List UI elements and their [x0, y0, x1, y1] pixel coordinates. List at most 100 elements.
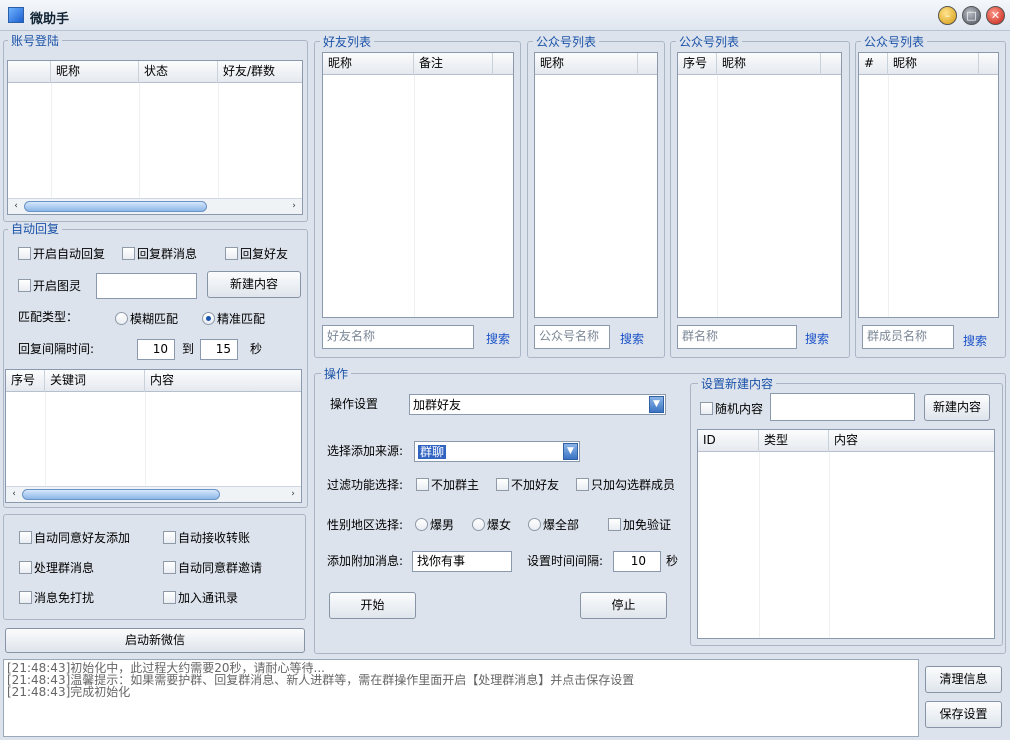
handle-group-msg-label: 处理群消息 [34, 561, 95, 575]
col-nickname[interactable]: 昵称 [535, 53, 638, 75]
col-content[interactable]: 内容 [145, 370, 301, 392]
account-table-scrollbar[interactable]: ‹ › [8, 198, 302, 214]
auto-accept-group-invite-checkbox[interactable] [163, 561, 176, 574]
scroll-thumb[interactable] [22, 489, 220, 500]
reply-group-msg-label: 回复群消息 [137, 247, 198, 261]
dropdown-arrow-icon[interactable]: ▼ [649, 396, 664, 413]
account-table[interactable]: 昵称 状态 好友/群数 ‹ › [7, 60, 303, 215]
group-name-search-input[interactable]: 群名称 [677, 325, 797, 349]
minimize-button[interactable]: – [938, 6, 957, 25]
match-fuzzy-radio[interactable] [115, 312, 128, 325]
col-nickname[interactable]: 昵称 [888, 53, 979, 75]
no-group-owner-checkbox[interactable] [416, 478, 429, 491]
reply-friend-checkbox[interactable] [225, 247, 238, 260]
reply-group-msg-checkbox[interactable] [122, 247, 135, 260]
official-name-search-input[interactable]: 公众号名称 [534, 325, 610, 349]
col-keyword[interactable]: 关键词 [45, 370, 145, 392]
random-content-checkbox[interactable] [700, 402, 713, 415]
keyword-table-scrollbar[interactable]: ‹ › [6, 486, 301, 502]
op-interval-input[interactable]: 10 [613, 551, 661, 572]
col-friends-groups[interactable]: 好友/群数 [218, 61, 302, 83]
match-exact-label: 精准匹配 [217, 312, 266, 326]
scroll-left-arrow[interactable]: ‹ [6, 487, 22, 502]
group-member-search-input[interactable]: 群成员名称 [862, 325, 954, 349]
match-exact-radio[interactable] [202, 312, 215, 325]
female-radio[interactable] [472, 518, 485, 531]
mute-messages-checkbox[interactable] [19, 591, 32, 604]
col-index[interactable]: 序号 [678, 53, 717, 75]
friend-table[interactable]: 昵称 备注 [322, 52, 514, 318]
enable-tuling-checkbox[interactable] [18, 279, 31, 292]
auto-accept-friend-checkbox[interactable] [19, 531, 32, 544]
start-button[interactable]: 开始 [329, 592, 416, 619]
source-dropdown[interactable]: 群聊 ▼ [414, 441, 580, 462]
official-table-1[interactable]: 昵称 [534, 52, 658, 318]
scroll-thumb[interactable] [24, 201, 207, 212]
col-index[interactable]: 序号 [6, 370, 45, 392]
friend-search-link[interactable]: 搜索 [486, 330, 510, 347]
all-radio[interactable] [528, 518, 541, 531]
source-value: 群聊 [418, 445, 447, 459]
new-content-title: 设置新建内容 [698, 377, 777, 391]
close-button[interactable]: ✕ [986, 6, 1005, 25]
no-group-owner-label: 不加群主 [431, 478, 480, 492]
friend-list-title: 好友列表 [320, 35, 375, 49]
handle-group-msg-checkbox[interactable] [19, 561, 32, 574]
auto-receive-transfer-checkbox[interactable] [163, 531, 176, 544]
keyword-table-header: 序号 关键词 内容 [6, 370, 301, 392]
log-panel[interactable]: [21:48:43]初始化中，此过程大约需要20秒，请耐心等待... [21:4… [3, 659, 919, 737]
col-extra[interactable] [493, 53, 513, 75]
scroll-right-arrow[interactable]: › [286, 199, 302, 214]
official-table-3[interactable]: # 昵称 [858, 52, 999, 318]
stop-button[interactable]: 停止 [580, 592, 667, 619]
col-nickname[interactable]: 昵称 [51, 61, 139, 83]
no-friends-checkbox[interactable] [496, 478, 509, 491]
new-content-button[interactable]: 新建内容 [924, 394, 990, 421]
col-nickname[interactable]: 昵称 [323, 53, 414, 75]
random-content-label: 随机内容 [715, 402, 764, 416]
save-settings-button[interactable]: 保存设置 [925, 701, 1002, 728]
restore-button[interactable]: □ [962, 6, 981, 25]
col-nickname[interactable]: 昵称 [717, 53, 821, 75]
group-search-link[interactable]: 搜索 [805, 330, 829, 347]
op-settings-dropdown[interactable]: 加群好友 ▼ [409, 394, 666, 415]
tuling-input[interactable] [96, 273, 197, 299]
dropdown-arrow-icon[interactable]: ▼ [563, 443, 578, 460]
col-extra[interactable] [821, 53, 841, 75]
start-new-wechat-button[interactable]: 启动新微信 [5, 628, 305, 653]
extra-msg-input[interactable]: 找你有事 [412, 551, 512, 572]
auto-reply-new-content-button[interactable]: 新建内容 [207, 271, 301, 298]
col-status[interactable]: 状态 [139, 61, 218, 83]
only-checked-members-checkbox[interactable] [576, 478, 589, 491]
only-checked-members-label: 只加勾选群成员 [591, 478, 676, 492]
official-table-2[interactable]: 序号 昵称 [677, 52, 842, 318]
col-id[interactable]: ID [698, 430, 759, 452]
official-table-1-header: 昵称 [535, 53, 657, 75]
keyword-table[interactable]: 序号 关键词 内容 ‹ › [5, 369, 302, 503]
scroll-left-arrow[interactable]: ‹ [8, 199, 24, 214]
clear-info-button[interactable]: 清理信息 [925, 666, 1002, 693]
group-member-search-link[interactable]: 搜索 [963, 332, 987, 349]
col-remark[interactable]: 备注 [414, 53, 493, 75]
interval-from-input[interactable]: 10 [137, 339, 175, 360]
op-interval-label: 设置时间间隔: [527, 554, 604, 568]
new-content-input[interactable] [770, 393, 915, 421]
col-hash[interactable]: # [859, 53, 888, 75]
friend-name-search-input[interactable]: 好友名称 [322, 325, 474, 349]
enable-auto-reply-checkbox[interactable] [18, 247, 31, 260]
official-search-link[interactable]: 搜索 [620, 330, 644, 347]
new-content-table[interactable]: ID 类型 内容 [697, 429, 995, 639]
col-extra[interactable] [979, 53, 998, 75]
col-blank[interactable] [8, 61, 51, 83]
app-icon [8, 7, 24, 23]
auto-reply-title: 自动回复 [8, 222, 63, 236]
interval-to-input[interactable]: 15 [200, 339, 238, 360]
col-content[interactable]: 内容 [829, 430, 994, 452]
no-verify-checkbox[interactable] [608, 518, 621, 531]
col-extra[interactable] [638, 53, 657, 75]
all-label: 爆全部 [543, 518, 580, 532]
scroll-right-arrow[interactable]: › [285, 487, 301, 502]
col-type[interactable]: 类型 [759, 430, 829, 452]
male-radio[interactable] [415, 518, 428, 531]
add-to-contacts-checkbox[interactable] [163, 591, 176, 604]
